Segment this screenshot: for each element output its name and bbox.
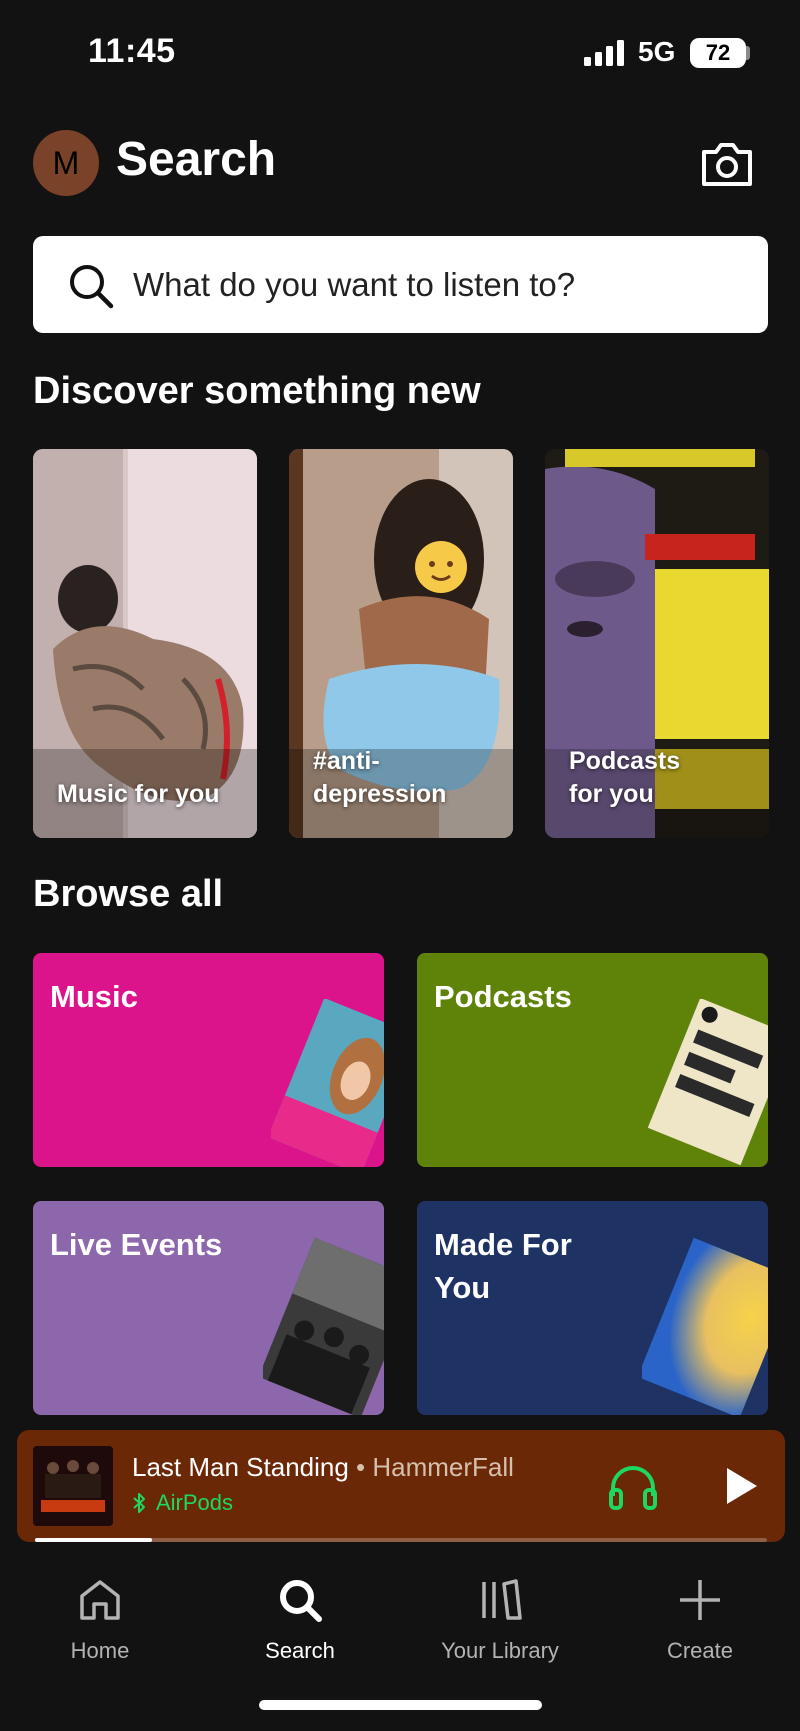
tab-label: Search xyxy=(265,1638,335,1663)
playback-progress[interactable] xyxy=(35,1538,767,1542)
avatar[interactable]: M xyxy=(33,130,99,196)
tile-label: Live Events xyxy=(50,1227,223,1262)
tab-your-library[interactable]: Your Library xyxy=(410,1576,590,1686)
browse-tile-live-events[interactable]: Live Events xyxy=(33,1201,384,1415)
discover-card-podcasts[interactable]: Podcasts for you xyxy=(545,449,769,838)
plus-icon xyxy=(680,1580,720,1620)
now-playing-bar[interactable]: Last Man Standing • HammerFall AirPods xyxy=(17,1430,785,1542)
tab-search[interactable]: Search xyxy=(210,1576,390,1686)
track-info: Last Man Standing • HammerFall xyxy=(132,1452,514,1483)
tile-artwork xyxy=(642,1237,768,1415)
tab-home[interactable]: Home xyxy=(10,1576,190,1686)
play-icon[interactable] xyxy=(717,1464,761,1508)
discover-card-music[interactable]: Music for you xyxy=(33,449,257,838)
search-icon xyxy=(280,1580,322,1622)
tab-label: Home xyxy=(70,1638,130,1663)
bluetooth-icon xyxy=(133,1493,145,1513)
discover-card-label: #anti-depression xyxy=(313,746,447,809)
search-placeholder: What do you want to listen to? xyxy=(133,266,576,303)
battery-cap xyxy=(746,46,750,60)
track-separator: • xyxy=(348,1452,373,1482)
tile-artwork xyxy=(263,1237,384,1415)
track-artist: HammerFall xyxy=(372,1452,514,1482)
discover-card-label: Music for you xyxy=(57,780,220,809)
tile-artwork xyxy=(271,999,384,1167)
tab-label: Create xyxy=(666,1638,734,1663)
home-icon xyxy=(80,1580,120,1620)
status-time: 11:45 xyxy=(88,32,176,70)
status-bar: 11:45 5G 72 xyxy=(0,0,800,100)
library-icon xyxy=(482,1579,522,1620)
discover-card-label: Podcasts for you xyxy=(569,746,681,809)
search-icon xyxy=(70,265,114,309)
album-cover xyxy=(33,1446,113,1526)
browse-tile-music[interactable]: Music xyxy=(33,953,384,1167)
battery-indicator: 72 xyxy=(690,38,746,68)
browse-section-title: Browse all xyxy=(33,873,224,915)
headphones-icon[interactable] xyxy=(607,1462,659,1512)
home-indicator xyxy=(259,1700,542,1710)
connected-device[interactable]: AirPods xyxy=(132,1490,233,1516)
camera-icon[interactable] xyxy=(700,138,754,188)
discover-section-title: Discover something new xyxy=(33,370,481,412)
device-name: AirPods xyxy=(156,1490,234,1515)
network-label: 5G xyxy=(638,36,676,67)
tab-label: Your Library xyxy=(441,1638,559,1663)
signal-icon xyxy=(584,40,624,66)
browse-tile-podcasts[interactable]: Podcasts xyxy=(417,953,768,1167)
browse-tile-made-for-you[interactable]: Made For You xyxy=(417,1201,768,1415)
track-title: Last Man Standing xyxy=(132,1452,349,1482)
page-title: Search xyxy=(116,133,277,186)
search-input[interactable]: What do you want to listen to? xyxy=(33,236,768,333)
tile-label: Podcasts xyxy=(434,979,572,1014)
tab-create[interactable]: Create xyxy=(610,1576,790,1686)
discover-card-anti-depression[interactable]: #anti-depression xyxy=(289,449,513,838)
tile-label: Music xyxy=(50,979,138,1014)
tile-artwork xyxy=(647,999,768,1166)
tile-label: Made For You xyxy=(434,1227,572,1306)
progress-fill xyxy=(35,1538,153,1542)
